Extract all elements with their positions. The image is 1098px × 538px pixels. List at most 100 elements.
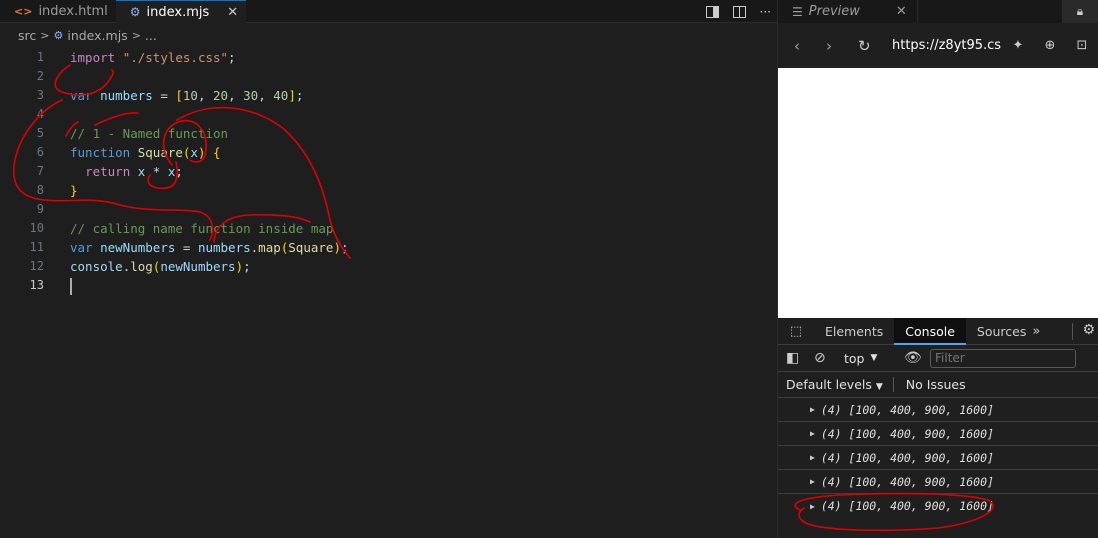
tab-index-html[interactable]: <> index.html bbox=[0, 0, 116, 23]
log-text: (4) [100, 400, 900, 1600] bbox=[820, 499, 994, 513]
code-area[interactable]: 1 import "./styles.css"; 2 3 var numbers =… bbox=[0, 48, 777, 295]
editor-tab-bar: <> index.html ⚙ index.mjs ✕ ··· bbox=[0, 0, 777, 23]
divider bbox=[1072, 323, 1073, 340]
expand-triangle-icon[interactable]: ▶ bbox=[810, 477, 815, 486]
tab-console[interactable]: Console bbox=[894, 317, 966, 345]
line-number: 5 bbox=[36, 126, 44, 140]
expand-triangle-icon[interactable]: ▶ bbox=[810, 502, 815, 511]
code-text: var newNumbers = numbers.map(Square); bbox=[70, 240, 349, 255]
forward-arrow-icon[interactable]: › bbox=[826, 37, 858, 55]
eye-icon[interactable]: 👁︎ bbox=[904, 350, 930, 366]
browser-nav-bar: ‹ › ↻ https://z8yt95.csl ✦ ⊕ ⊡ bbox=[778, 23, 1098, 68]
console-log-entry[interactable]: ▶ (4) [100, 400, 900, 1600] bbox=[778, 470, 1098, 494]
more-actions-icon[interactable]: ··· bbox=[760, 5, 771, 19]
breadcrumb-more[interactable]: ... bbox=[145, 28, 157, 43]
log-text: (4) [100, 400, 900, 1600] bbox=[820, 474, 994, 489]
sidebar-toggle-icon[interactable]: ◧ bbox=[786, 350, 814, 366]
tab-preview[interactable]: ☰ Preview ✕ bbox=[778, 0, 918, 23]
filter-input[interactable] bbox=[930, 348, 1076, 368]
console-log-entry[interactable]: ▶ (4) [100, 400, 900, 1600] bbox=[778, 446, 1098, 470]
html-file-icon: <> bbox=[14, 5, 33, 18]
tab-label: index.mjs bbox=[146, 4, 210, 20]
line-number: 2 bbox=[36, 69, 44, 83]
line-number: 1 bbox=[36, 50, 44, 64]
code-line: 1 import "./styles.css"; bbox=[0, 48, 777, 67]
code-line: 9 bbox=[0, 200, 777, 219]
code-line: 7 return x * x; bbox=[0, 162, 777, 181]
devtools-panel: ⬚ Elements Console Sources » ⚙ ◧ ⊘ top ▼… bbox=[778, 317, 1098, 538]
console-toolbar: ◧ ⊘ top ▼ 👁︎ bbox=[778, 345, 1098, 372]
chevron-right-icon: > bbox=[40, 28, 50, 42]
caret-down-icon: ▼ bbox=[870, 353, 878, 363]
context-label: top bbox=[844, 350, 865, 366]
js-module-icon: ⚙ bbox=[53, 28, 64, 42]
line-number: 11 bbox=[29, 240, 44, 254]
js-module-icon: ⚙ bbox=[129, 5, 141, 19]
console-log-entry[interactable]: ▶ (4) [100, 400, 900, 1600] bbox=[778, 398, 1098, 422]
code-line: 6 function Square(x) { bbox=[0, 143, 777, 162]
breadcrumb: src > ⚙ index.mjs > ... bbox=[0, 23, 777, 47]
close-icon[interactable]: ✕ bbox=[227, 5, 238, 20]
console-log-entry[interactable]: ▶ (4) [100, 400, 900, 1600] bbox=[778, 422, 1098, 446]
inspect-element-icon[interactable]: ⬚ bbox=[778, 324, 814, 339]
code-text: } bbox=[70, 183, 78, 198]
line-number: 7 bbox=[36, 164, 44, 178]
reload-icon[interactable]: ↻ bbox=[858, 37, 890, 55]
back-arrow-icon[interactable]: ‹ bbox=[794, 37, 826, 55]
lock-icon[interactable]: 🔒︎ bbox=[1062, 0, 1098, 23]
expand-triangle-icon[interactable]: ▶ bbox=[810, 429, 815, 438]
code-line: 10 // calling name function inside map bbox=[0, 219, 777, 238]
tab-elements[interactable]: Elements bbox=[814, 318, 894, 345]
preview-tab-bar: ☰ Preview ✕ 🔒︎ bbox=[778, 0, 1098, 23]
code-line: 2 bbox=[0, 67, 777, 86]
code-line: 3 var numbers = [10, 20, 30, 40]; bbox=[0, 86, 777, 105]
expand-triangle-icon[interactable]: ▶ bbox=[810, 405, 815, 414]
preview-panel: ☰ Preview ✕ 🔒︎ ‹ › ↻ https://z8yt95.csl … bbox=[777, 0, 1098, 538]
tab-label: index.html bbox=[38, 4, 108, 19]
line-number: 13 bbox=[29, 278, 44, 292]
tab-index-mjs[interactable]: ⚙ index.mjs ✕ bbox=[115, 0, 247, 23]
code-line: 11 var newNumbers = numbers.map(Square); bbox=[0, 238, 777, 257]
code-line: 12 console.log(newNumbers); bbox=[0, 257, 777, 276]
code-line: 5 // 1 - Named function bbox=[0, 124, 777, 143]
line-number: 10 bbox=[29, 221, 44, 235]
preview-tab-label: Preview bbox=[808, 4, 860, 19]
code-text: import "./styles.css"; bbox=[70, 50, 236, 65]
context-selector[interactable]: top ▼ bbox=[844, 351, 904, 366]
sparkle-icon[interactable]: ✦ bbox=[1002, 38, 1034, 53]
crosshair-icon[interactable]: ⊕ bbox=[1034, 38, 1066, 53]
code-text: console.log(newNumbers); bbox=[70, 259, 251, 274]
preview-viewport[interactable] bbox=[778, 68, 1098, 318]
clear-console-icon[interactable]: ⊘ bbox=[814, 350, 842, 366]
code-editor: <> index.html ⚙ index.mjs ✕ ··· src > ⚙ … bbox=[0, 0, 777, 538]
expand-triangle-icon[interactable]: ▶ bbox=[810, 453, 815, 462]
divider bbox=[892, 377, 894, 392]
url-field[interactable]: https://z8yt95.csl bbox=[892, 38, 1002, 53]
log-text: (4) [100, 400, 900, 1600] bbox=[820, 402, 994, 417]
code-line: 4 bbox=[0, 105, 777, 124]
code-text: return x * x; bbox=[85, 164, 183, 179]
default-levels-dropdown[interactable]: Default levels ▼ bbox=[786, 377, 883, 392]
toggle-preview-icon[interactable] bbox=[705, 5, 719, 18]
gear-icon[interactable]: ⚙ bbox=[1082, 322, 1095, 338]
line-number: 4 bbox=[36, 107, 44, 121]
line-number: 9 bbox=[36, 202, 44, 216]
code-text bbox=[44, 276, 72, 295]
split-editor-icon[interactable] bbox=[732, 5, 746, 18]
breadcrumb-file[interactable]: index.mjs bbox=[67, 28, 127, 43]
log-text: (4) [100, 400, 900, 1600] bbox=[820, 450, 994, 465]
terminal-icon[interactable]: ⊡ bbox=[1066, 38, 1098, 53]
issues-label[interactable]: No Issues bbox=[906, 377, 966, 392]
code-text: var numbers = [10, 20, 30, 40]; bbox=[70, 88, 304, 103]
log-text: (4) [100, 400, 900, 1600] bbox=[820, 426, 994, 441]
line-number: 3 bbox=[36, 88, 44, 102]
levels-bar: Default levels ▼ No Issues bbox=[778, 372, 1098, 398]
code-text: // 1 - Named function bbox=[70, 126, 229, 141]
breadcrumb-src[interactable]: src bbox=[18, 28, 36, 43]
console-log-entry[interactable]: ▶ (4) [100, 400, 900, 1600] bbox=[778, 494, 1098, 518]
more-tabs-icon[interactable]: » bbox=[1032, 324, 1040, 339]
close-icon[interactable]: ✕ bbox=[896, 4, 907, 19]
tab-sources[interactable]: Sources bbox=[966, 318, 1032, 345]
